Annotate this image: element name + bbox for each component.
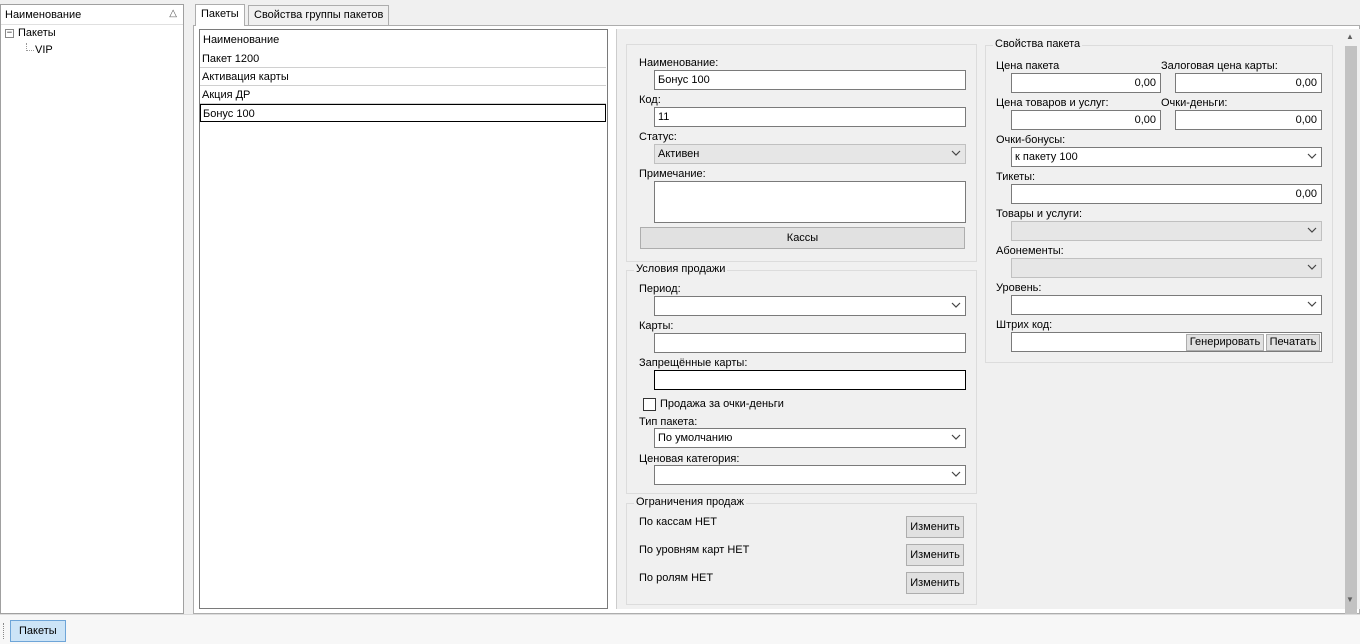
tree-panel: Наименование △ − Пакеты VIP: [0, 4, 184, 614]
bottom-tab-bar: Пакеты: [0, 614, 1360, 644]
change-roles-restriction-button[interactable]: Изменить: [906, 572, 964, 594]
list-row[interactable]: Активация карты: [200, 68, 606, 86]
chevron-down-icon: [1307, 301, 1317, 307]
chevron-down-icon: [951, 150, 961, 156]
chevron-down-icon: [1307, 264, 1317, 270]
list-row[interactable]: Пакет 1200: [200, 50, 606, 68]
period-select[interactable]: [654, 296, 966, 316]
period-label: Период:: [639, 283, 681, 295]
deposit-price-input[interactable]: 0,00: [1175, 73, 1322, 93]
sale-restrictions-title: Ограничения продаж: [634, 496, 746, 508]
vertical-scrollbar[interactable]: ▲ ▼: [1343, 30, 1359, 614]
note-label: Примечание:: [639, 168, 706, 180]
restriction-roles-text: По ролям НЕТ: [639, 572, 714, 584]
tree-column-header[interactable]: Наименование △: [1, 5, 183, 25]
tab-label: Свойства группы пакетов: [254, 9, 384, 21]
chevron-down-icon: [951, 471, 961, 477]
forbidden-cards-label: Запрещённые карты:: [639, 357, 748, 369]
cards-input[interactable]: [654, 333, 966, 353]
package-type-label: Тип пакета:: [639, 416, 698, 428]
sort-ascending-icon: △: [169, 8, 177, 19]
goods-price-label: Цена товаров и услуг:: [996, 97, 1109, 109]
bottom-tab-packets[interactable]: Пакеты: [10, 620, 66, 642]
chevron-down-icon: [951, 434, 961, 440]
sale-restrictions-group: Ограничения продаж По кассам НЕТ Изменит…: [626, 496, 977, 605]
tree-node-label: Пакеты: [18, 27, 56, 39]
points-money-checkbox[interactable]: [643, 398, 656, 411]
points-money-checkbox-label[interactable]: Продажа за очки-деньги: [660, 398, 784, 410]
scrollbar-thumb[interactable]: [1345, 46, 1357, 614]
goods-services-select[interactable]: [1011, 221, 1322, 241]
level-select[interactable]: [1011, 295, 1322, 315]
main-info-group: Наименование: Бонус 100 Код: 11 Статус: …: [626, 44, 977, 262]
tickets-label: Тикеты:: [996, 171, 1036, 183]
package-price-label: Цена пакета: [996, 60, 1060, 72]
package-properties-group: Свойства пакета Цена пакета 0,00 Залогов…: [985, 38, 1333, 363]
list-row[interactable]: Акция ДР: [200, 86, 606, 104]
print-barcode-button[interactable]: Печатать: [1266, 334, 1320, 351]
scroll-down-icon[interactable]: ▼: [1346, 595, 1354, 604]
tickets-input[interactable]: 0,00: [1011, 184, 1322, 204]
deposit-price-label: Залоговая цена карты:: [1161, 60, 1278, 72]
cards-label: Карты:: [639, 320, 674, 332]
tree-node-packets[interactable]: − Пакеты: [5, 27, 56, 43]
subscriptions-select[interactable]: [1011, 258, 1322, 278]
tree-node-vip[interactable]: VIP: [35, 44, 53, 60]
points-money-input[interactable]: 0,00: [1175, 110, 1322, 130]
chevron-down-icon: [1307, 153, 1317, 159]
collapse-icon[interactable]: −: [5, 28, 14, 38]
restriction-cash-text: По кассам НЕТ: [639, 516, 717, 528]
sale-conditions-title: Условия продажи: [634, 263, 728, 275]
cash-registers-button[interactable]: Кассы: [640, 227, 965, 249]
name-label: Наименование:: [639, 57, 719, 69]
level-label: Уровень:: [996, 282, 1042, 294]
chevron-down-icon: [951, 302, 961, 308]
bonus-points-select[interactable]: к пакету 100: [1011, 147, 1322, 167]
bonus-points-value: к пакету 100: [1015, 151, 1078, 163]
package-type-value: По умолчанию: [658, 432, 733, 444]
bonus-points-label: Очки-бонусы:: [996, 134, 1066, 146]
subscriptions-label: Абонементы:: [996, 245, 1064, 257]
package-properties-title: Свойства пакета: [993, 38, 1083, 50]
note-textarea[interactable]: [654, 181, 966, 223]
list-row-selected[interactable]: Бонус 100: [200, 104, 606, 122]
forbidden-cards-input[interactable]: [654, 370, 966, 390]
chevron-down-icon: [1307, 227, 1317, 233]
points-money-label: Очки-деньги:: [1161, 97, 1228, 109]
restriction-levels-text: По уровням карт НЕТ: [639, 544, 750, 556]
status-select[interactable]: Активен: [654, 144, 966, 164]
change-levels-restriction-button[interactable]: Изменить: [906, 544, 964, 566]
price-category-label: Ценовая категория:: [639, 453, 740, 465]
package-price-input[interactable]: 0,00: [1011, 73, 1161, 93]
package-type-select[interactable]: По умолчанию: [654, 428, 966, 448]
tab-group-properties[interactable]: Свойства группы пакетов: [248, 5, 390, 25]
status-label: Статус:: [639, 131, 677, 143]
grip-icon: [3, 623, 4, 639]
status-value: Активен: [658, 148, 700, 160]
tree-header-label: Наименование: [5, 9, 82, 21]
barcode-label: Штрих код:: [996, 319, 1053, 331]
goods-services-label: Товары и услуги:: [996, 208, 1083, 220]
generate-barcode-button[interactable]: Генерировать: [1186, 334, 1264, 351]
code-label: Код:: [639, 94, 661, 106]
tab-label: Пакеты: [201, 8, 239, 20]
package-list[interactable]: Наименование Пакет 1200 Активация карты …: [199, 29, 608, 609]
sale-conditions-group: Условия продажи Период: Карты: Запрещённ…: [626, 263, 977, 494]
scroll-up-icon[interactable]: ▲: [1346, 32, 1354, 41]
list-column-header[interactable]: Наименование: [200, 30, 607, 50]
change-cash-restriction-button[interactable]: Изменить: [906, 516, 964, 538]
goods-price-input[interactable]: 0,00: [1011, 110, 1161, 130]
name-input[interactable]: Бонус 100: [654, 70, 966, 90]
tree-node-label: VIP: [35, 44, 53, 56]
tab-packets[interactable]: Пакеты: [195, 4, 245, 26]
details-pane: Наименование: Бонус 100 Код: 11 Статус: …: [616, 29, 1360, 609]
tree-connector-line: [26, 43, 34, 51]
price-category-select[interactable]: [654, 465, 966, 485]
code-input[interactable]: 11: [654, 107, 966, 127]
